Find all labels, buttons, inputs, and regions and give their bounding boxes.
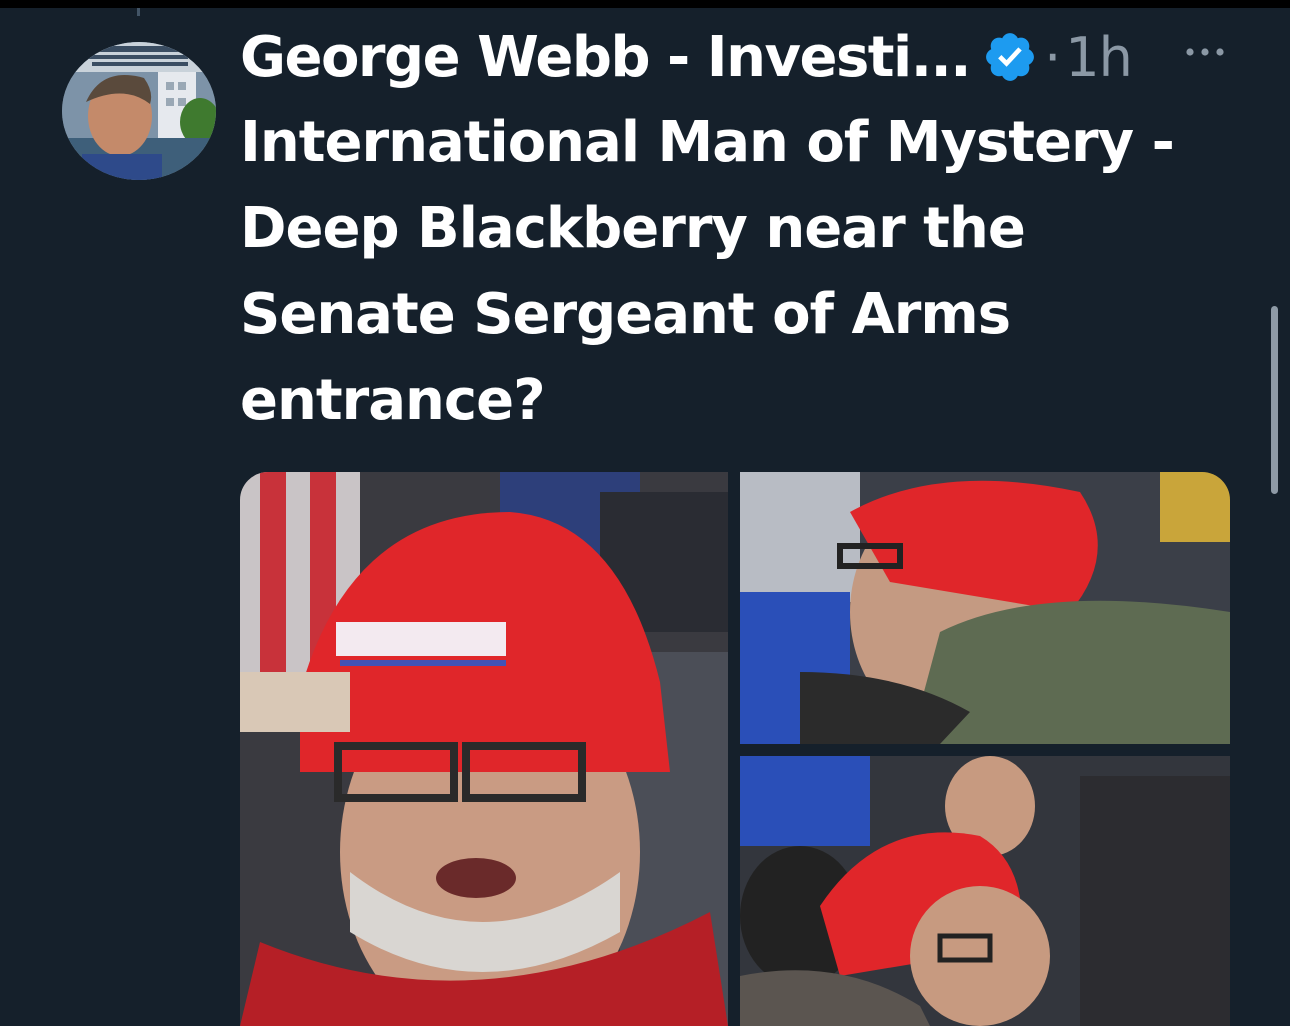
tweet-header: George Webb - Investi... · 1h — [240, 22, 1133, 92]
more-options-icon[interactable] — [1182, 30, 1228, 70]
status-bar-edge — [0, 0, 1290, 8]
avatar[interactable] — [62, 42, 216, 180]
media-grid — [240, 472, 1230, 1026]
verified-badge-icon[interactable] — [982, 29, 1038, 85]
media-divider-horizontal — [740, 744, 1230, 756]
separator-dot: · — [1044, 25, 1062, 89]
author-name[interactable]: George Webb - Investi... — [240, 25, 972, 90]
scrollbar-thumb[interactable] — [1271, 306, 1278, 494]
photo-2[interactable] — [740, 472, 1230, 744]
tweet-text: International Man of Mystery - Deep Blac… — [240, 110, 1175, 433]
photo-1[interactable] — [240, 472, 728, 1026]
thread-connector-line — [137, 8, 140, 16]
media-divider-vertical — [728, 472, 740, 1026]
timestamp[interactable]: 1h — [1065, 26, 1133, 89]
photo-3[interactable] — [740, 756, 1230, 1026]
